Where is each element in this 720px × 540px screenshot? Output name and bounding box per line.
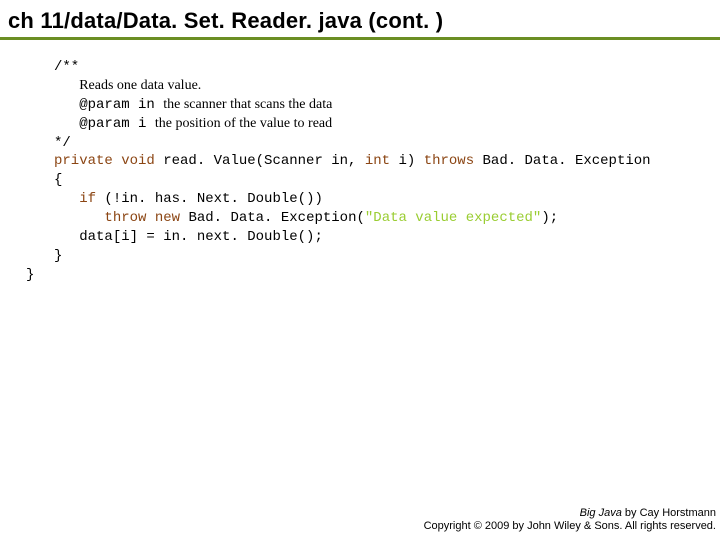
byline: by Cay Horstmann	[622, 507, 716, 519]
brace-close-class: }	[26, 267, 34, 283]
if-rest: (!in. has. Next. Double())	[96, 191, 323, 207]
book-title: Big Java	[580, 507, 622, 519]
kw-int: int	[365, 153, 390, 169]
sig-end: Bad. Data. Exception	[474, 153, 650, 169]
footer: Big Java by Cay Horstmann Copyright © 20…	[424, 507, 716, 535]
doc-param-in-desc: the scanner that scans the data	[163, 97, 332, 112]
doc-line-1: Reads one data value.	[79, 78, 201, 93]
kw-throw-new: throw new	[104, 210, 180, 226]
sig-mid: read. Value(Scanner in,	[155, 153, 365, 169]
throw-end: );	[541, 210, 566, 226]
kw-private-void: private void	[54, 153, 155, 169]
slide-page: ch 11/data/Data. Set. Reader. java (cont…	[0, 0, 720, 540]
code-block: /** Reads one data value. @param in the …	[0, 40, 720, 285]
doc-param-in-tag: @param in	[79, 97, 163, 113]
doc-close: */	[54, 135, 71, 151]
sig-mid2: i)	[390, 153, 424, 169]
kw-throws: throws	[424, 153, 474, 169]
doc-param-i-tag: @param i	[79, 116, 155, 132]
doc-open: /**	[54, 59, 79, 75]
throw-mid: Bad. Data. Exception(	[180, 210, 365, 226]
footer-line-1: Big Java by Cay Horstmann	[424, 507, 716, 521]
footer-copyright: Copyright © 2009 by John Wiley & Sons. A…	[424, 520, 716, 534]
assign-line: data[i] = in. next. Double();	[79, 229, 323, 245]
kw-if: if	[79, 191, 96, 207]
doc-param-i-desc: the position of the value to read	[155, 116, 332, 131]
brace-open: {	[54, 172, 62, 188]
page-title: ch 11/data/Data. Set. Reader. java (cont…	[0, 0, 720, 40]
string-literal: "Data value expected"	[365, 210, 541, 226]
brace-close-method: }	[54, 248, 62, 264]
